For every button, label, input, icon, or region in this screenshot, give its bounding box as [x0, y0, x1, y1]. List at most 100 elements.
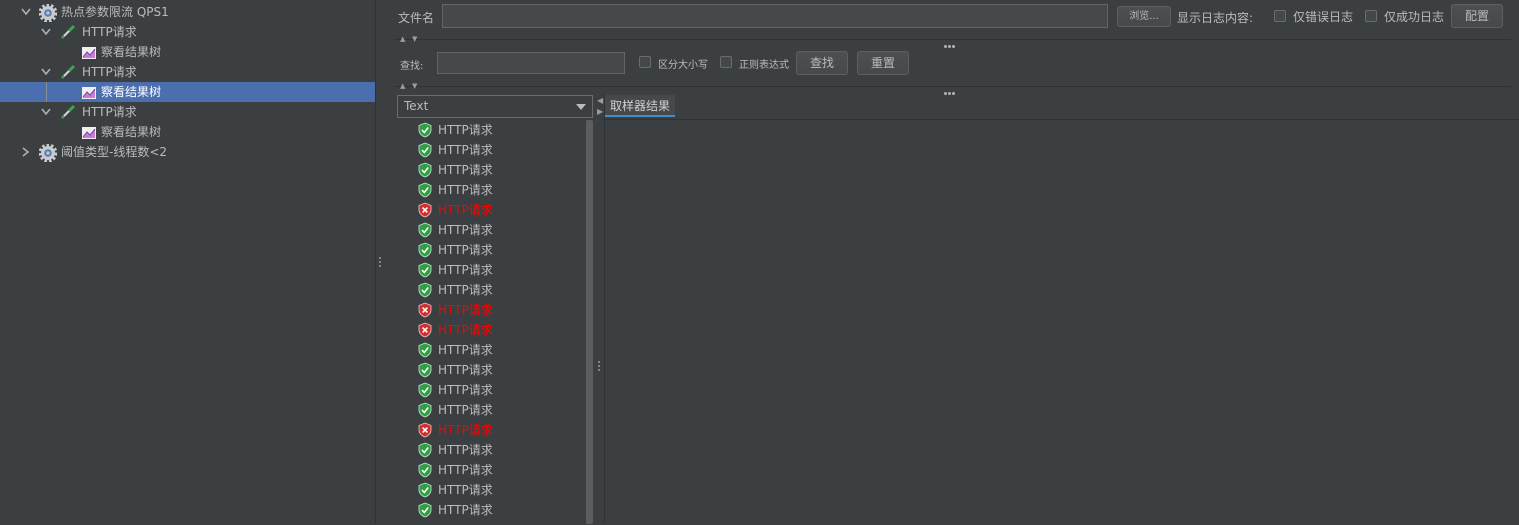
tree-node-label: 察看结果树 — [101, 85, 162, 99]
result-item-label: HTTP请求 — [438, 463, 493, 477]
success-only-label: 仅成功日志 — [1384, 10, 1445, 24]
expand-right-icon[interactable]: ▶ — [597, 107, 603, 116]
regex-checkbox[interactable] — [720, 56, 732, 68]
chevron-right-icon[interactable] — [20, 142, 32, 162]
pipette-icon — [60, 104, 76, 120]
tree-node-label: HTTP请求 — [82, 105, 137, 119]
main-splitter[interactable] — [375, 0, 386, 524]
find-button[interactable]: 查找 — [796, 51, 848, 75]
tree-node-view-results-tree[interactable]: 察看结果树 — [0, 82, 375, 102]
error-shield-icon — [418, 422, 432, 438]
sample-results-list[interactable]: HTTP请求 HTTP请求 HTTP请求 HTTP请求 HTTP请求 HTTP请求 HTTP… — [397, 120, 593, 524]
tree-node-label: HTTP请求 — [82, 25, 137, 39]
log-content-label: 显示日志内容: — [1177, 11, 1254, 25]
collapse-up-icon[interactable]: ▲ — [400, 35, 405, 43]
success-shield-icon — [418, 382, 432, 398]
tree-node-http-request[interactable]: HTTP请求 — [0, 22, 375, 42]
success-shield-icon — [418, 462, 432, 478]
tree-node-threshold-threads[interactable]: 阈值类型-线程数<2 — [0, 142, 375, 163]
result-item-label: HTTP请求 — [438, 323, 493, 337]
success-shield-icon — [418, 122, 432, 138]
error-shield-icon — [418, 322, 432, 338]
tree-node-http-request[interactable]: HTTP请求 — [0, 102, 375, 122]
search-label: 查找: — [400, 61, 424, 72]
renderer-select-value: Text — [404, 99, 429, 113]
chevron-down-icon[interactable] — [40, 22, 52, 42]
expand-down-icon[interactable]: ▼ — [412, 35, 417, 43]
result-item-label: HTTP请求 — [438, 383, 493, 397]
chart-icon — [81, 124, 97, 140]
success-shield-icon — [418, 182, 432, 198]
case-sensitive-checkbox[interactable] — [639, 56, 651, 68]
result-item-label: HTTP请求 — [438, 363, 493, 377]
reset-button[interactable]: 重置 — [857, 51, 909, 75]
result-item-label: HTTP请求 — [438, 203, 493, 217]
renderer-select[interactable]: Text — [397, 95, 593, 118]
result-item-label: HTTP请求 — [438, 403, 493, 417]
scrollbar-thumb[interactable] — [586, 120, 593, 524]
test-plan-tree[interactable]: 热点参数限流 QPS1 HTTP请求 察看结果树 HTTP请求 察看结果树 HT… — [0, 0, 375, 524]
chevron-down-icon[interactable] — [40, 102, 52, 122]
browse-button[interactable]: 浏览... — [1117, 6, 1171, 27]
result-item-label: HTTP请求 — [438, 443, 493, 457]
result-item-label: HTTP请求 — [438, 223, 493, 237]
chevron-down-icon[interactable] — [20, 2, 32, 22]
chevron-down-icon[interactable] — [40, 62, 52, 82]
chart-icon — [81, 84, 97, 100]
pipette-icon — [60, 64, 76, 80]
result-item-label: HTTP请求 — [438, 243, 493, 257]
tree-node-http-request[interactable]: HTTP请求 — [0, 62, 375, 82]
filename-label: 文件名 — [398, 11, 435, 25]
tree-node-label: 阈值类型-线程数<2 — [61, 145, 168, 159]
collapse-left-icon[interactable]: ◀ — [597, 96, 603, 105]
gear-icon — [38, 3, 58, 23]
pipette-icon — [60, 24, 76, 40]
collapse-up-icon[interactable]: ▲ — [400, 82, 405, 90]
tree-node-label: HTTP请求 — [82, 65, 137, 79]
error-shield-icon — [418, 302, 432, 318]
errors-only-checkbox[interactable] — [1274, 10, 1286, 22]
success-shield-icon — [418, 342, 432, 358]
results-splitter[interactable]: ◀ ▶ — [595, 95, 605, 524]
chart-icon — [81, 44, 97, 60]
tree-node-view-results-tree[interactable]: 察看结果树 — [0, 42, 375, 62]
result-item-label: HTTP请求 — [438, 183, 493, 197]
success-shield-icon — [418, 222, 432, 238]
result-item-label: HTTP请求 — [438, 423, 493, 437]
success-shield-icon — [418, 362, 432, 378]
sampler-result-detail — [605, 119, 1519, 525]
result-item-label: HTTP请求 — [438, 123, 493, 137]
search-input[interactable] — [437, 52, 625, 74]
success-only-checkbox[interactable] — [1365, 10, 1377, 22]
success-shield-icon — [418, 502, 432, 518]
top-splitter[interactable]: ▲ ▼ — [394, 35, 1511, 48]
gear-icon — [38, 143, 58, 163]
success-shield-icon — [418, 262, 432, 278]
result-item-label: HTTP请求 — [438, 483, 493, 497]
success-shield-icon — [418, 282, 432, 298]
tree-node-label: 察看结果树 — [101, 45, 162, 59]
tree-node-view-results-tree[interactable]: 察看结果树 — [0, 122, 375, 142]
tab-sampler-result[interactable]: 取样器结果 — [605, 95, 676, 117]
tree-node-label: 热点参数限流 QPS1 — [61, 5, 169, 19]
results-scrollbar[interactable] — [585, 120, 595, 524]
view-results-tree-panel: 文件名 浏览... 显示日志内容: 仅错误日志 仅成功日志 配置 ▲ ▼ 查找:… — [386, 0, 1519, 525]
dropdown-arrow-icon[interactable] — [576, 104, 586, 110]
middle-splitter[interactable]: ▲ ▼ — [394, 82, 1511, 95]
result-item-label: HTTP请求 — [438, 143, 493, 157]
expand-down-icon[interactable]: ▼ — [412, 82, 417, 90]
configure-button[interactable]: 配置 — [1451, 4, 1503, 28]
success-shield-icon — [418, 402, 432, 418]
regex-label: 正则表达式 — [739, 60, 789, 71]
success-shield-icon — [418, 442, 432, 458]
filename-input[interactable] — [442, 4, 1108, 28]
case-sensitive-label: 区分大小写 — [658, 60, 708, 71]
error-shield-icon — [418, 202, 432, 218]
errors-only-label: 仅错误日志 — [1293, 10, 1354, 24]
tree-node-label: 察看结果树 — [101, 125, 162, 139]
success-shield-icon — [418, 242, 432, 258]
tree-node-hotspot-qps1[interactable]: 热点参数限流 QPS1 — [0, 2, 375, 23]
result-item-label: HTTP请求 — [438, 283, 493, 297]
success-shield-icon — [418, 482, 432, 498]
result-item-label: HTTP请求 — [438, 163, 493, 177]
